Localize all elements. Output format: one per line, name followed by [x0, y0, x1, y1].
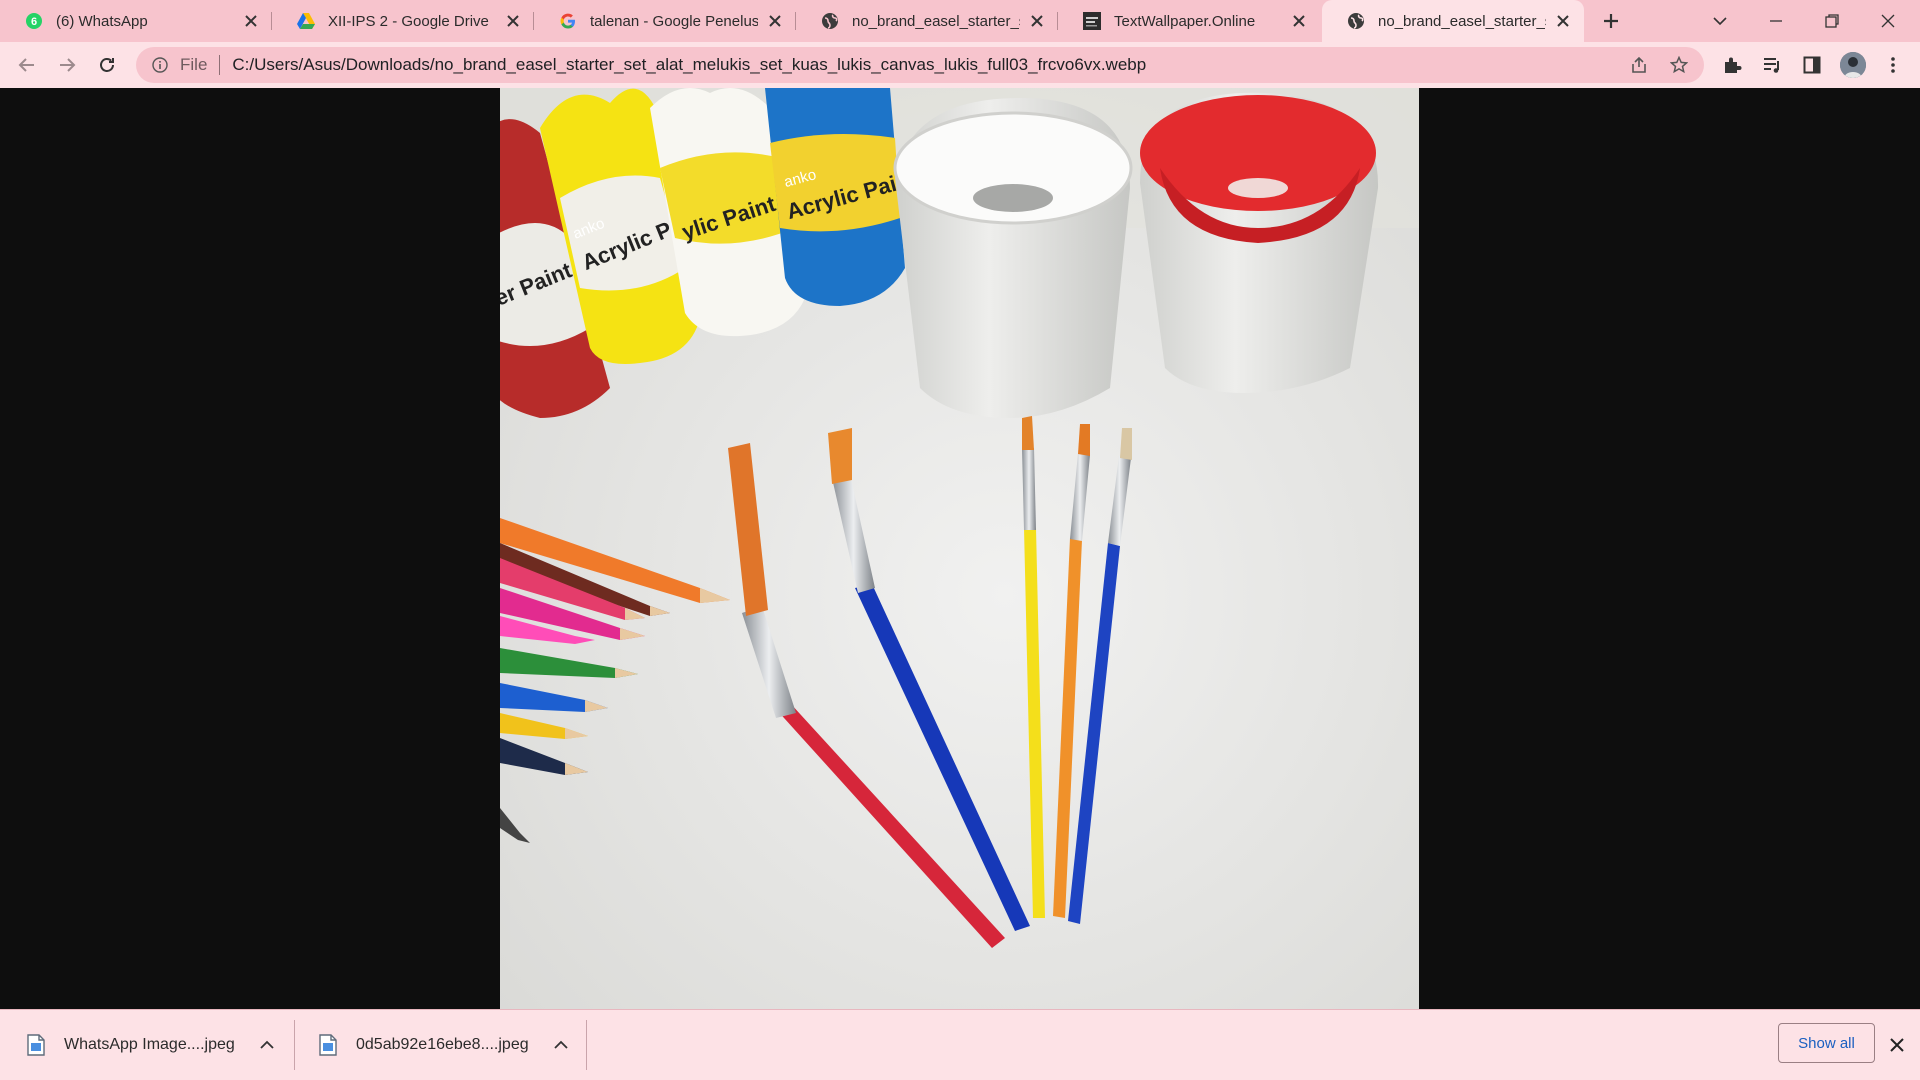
- avatar: [1840, 52, 1866, 78]
- scheme-label: File: [180, 55, 208, 74]
- new-tab-button[interactable]: [1598, 8, 1624, 34]
- tab-title: talenan - Google Penelusuran: [590, 12, 758, 30]
- tab-title: no_brand_easel_starter_set_alat_melukis: [1378, 12, 1546, 30]
- close-window-button[interactable]: [1860, 0, 1916, 42]
- art-supplies-photo: er Paint Acrylic Paint anko ylic Paint A…: [500, 88, 1419, 1009]
- tab-title: no_brand_easel_starter_set_alat_melukis: [852, 12, 1020, 30]
- close-icon: [1881, 14, 1895, 28]
- profile-avatar-button[interactable]: [1838, 50, 1868, 80]
- tab-local-file-active[interactable]: no_brand_easel_starter_set_alat_melukis: [1322, 0, 1584, 42]
- google-icon: [558, 11, 578, 31]
- download-bar: WhatsApp Image....jpeg 0d5ab92e16ebe8...…: [0, 1009, 1920, 1080]
- tab-title: (6) WhatsApp: [56, 12, 148, 30]
- tab-textwallpaper[interactable]: TextWallpaper.Online: [1058, 0, 1320, 42]
- image-file-icon: [27, 1034, 45, 1056]
- media-queue-icon[interactable]: [1757, 50, 1787, 80]
- tab-title: XII-IPS 2 - Google Drive: [328, 12, 489, 30]
- tab-google-drive[interactable]: XII-IPS 2 - Google Drive: [272, 0, 534, 42]
- download-item[interactable]: 0d5ab92e16ebe8....jpeg: [294, 1010, 586, 1080]
- reload-icon: [100, 58, 114, 72]
- bookmark-star-icon[interactable]: [1664, 50, 1694, 80]
- browser-toolbar: File C:/Users/Asus/Downloads/no_brand_ea…: [0, 42, 1920, 88]
- close-icon: [1890, 1038, 1904, 1052]
- side-panel-icon[interactable]: [1797, 50, 1827, 80]
- close-icon[interactable]: [502, 10, 524, 32]
- download-filename: 0d5ab92e16ebe8....jpeg: [356, 1036, 529, 1053]
- globe-icon: [1346, 11, 1366, 31]
- close-icon[interactable]: [1026, 10, 1048, 32]
- close-icon[interactable]: [240, 10, 262, 32]
- url-text[interactable]: C:/Users/Asus/Downloads/no_brand_easel_s…: [232, 55, 1624, 75]
- tab-local-file-1[interactable]: no_brand_easel_starter_set_alat_melukis: [796, 0, 1058, 42]
- displayed-image[interactable]: er Paint Acrylic Paint anko ylic Paint A…: [500, 88, 1419, 1009]
- arrow-right-icon: [60, 58, 76, 72]
- menu-kebab-icon[interactable]: [1878, 50, 1908, 80]
- close-icon[interactable]: [1552, 10, 1574, 32]
- whatsapp-icon: 6: [24, 11, 44, 31]
- chevron-up-icon[interactable]: [549, 1033, 573, 1057]
- info-icon[interactable]: [150, 55, 170, 75]
- restore-button[interactable]: [1804, 0, 1860, 42]
- tab-title: TextWallpaper.Online: [1114, 12, 1256, 30]
- download-filename: WhatsApp Image....jpeg: [64, 1036, 235, 1053]
- chevron-up-icon[interactable]: [255, 1033, 279, 1057]
- arrow-left-icon: [18, 58, 34, 72]
- omnibox-divider: [219, 55, 221, 75]
- svg-text:6: 6: [31, 16, 37, 28]
- google-drive-icon: [296, 11, 316, 31]
- extensions-icon[interactable]: [1717, 50, 1747, 80]
- share-icon[interactable]: [1624, 50, 1654, 80]
- image-viewer: er Paint Acrylic Paint anko ylic Paint A…: [0, 88, 1920, 1009]
- tab-strip: 6 (6) WhatsApp XII-IPS 2 - Google Drive …: [0, 0, 1920, 42]
- download-divider: [586, 1020, 587, 1070]
- tab-google-search[interactable]: talenan - Google Penelusuran: [534, 0, 796, 42]
- reload-button[interactable]: [92, 50, 122, 80]
- textwallpaper-icon: [1082, 11, 1102, 31]
- globe-icon: [820, 11, 840, 31]
- close-icon[interactable]: [1288, 10, 1310, 32]
- minimize-button[interactable]: [1748, 0, 1804, 42]
- image-file-icon: [319, 1034, 337, 1056]
- plus-icon: [1604, 14, 1618, 28]
- show-all-button[interactable]: Show all: [1778, 1023, 1875, 1063]
- close-icon[interactable]: [764, 10, 786, 32]
- chevron-down-icon: [1713, 17, 1727, 26]
- close-download-bar-button[interactable]: [1884, 1032, 1910, 1058]
- minimize-icon: [1770, 20, 1782, 22]
- tab-search-button[interactable]: [1692, 0, 1748, 42]
- restore-icon: [1825, 14, 1839, 28]
- tab-whatsapp[interactable]: 6 (6) WhatsApp: [0, 0, 272, 42]
- back-button[interactable]: [12, 50, 42, 80]
- download-item[interactable]: WhatsApp Image....jpeg: [0, 1010, 294, 1080]
- address-bar[interactable]: File C:/Users/Asus/Downloads/no_brand_ea…: [136, 47, 1704, 83]
- forward-button[interactable]: [52, 50, 82, 80]
